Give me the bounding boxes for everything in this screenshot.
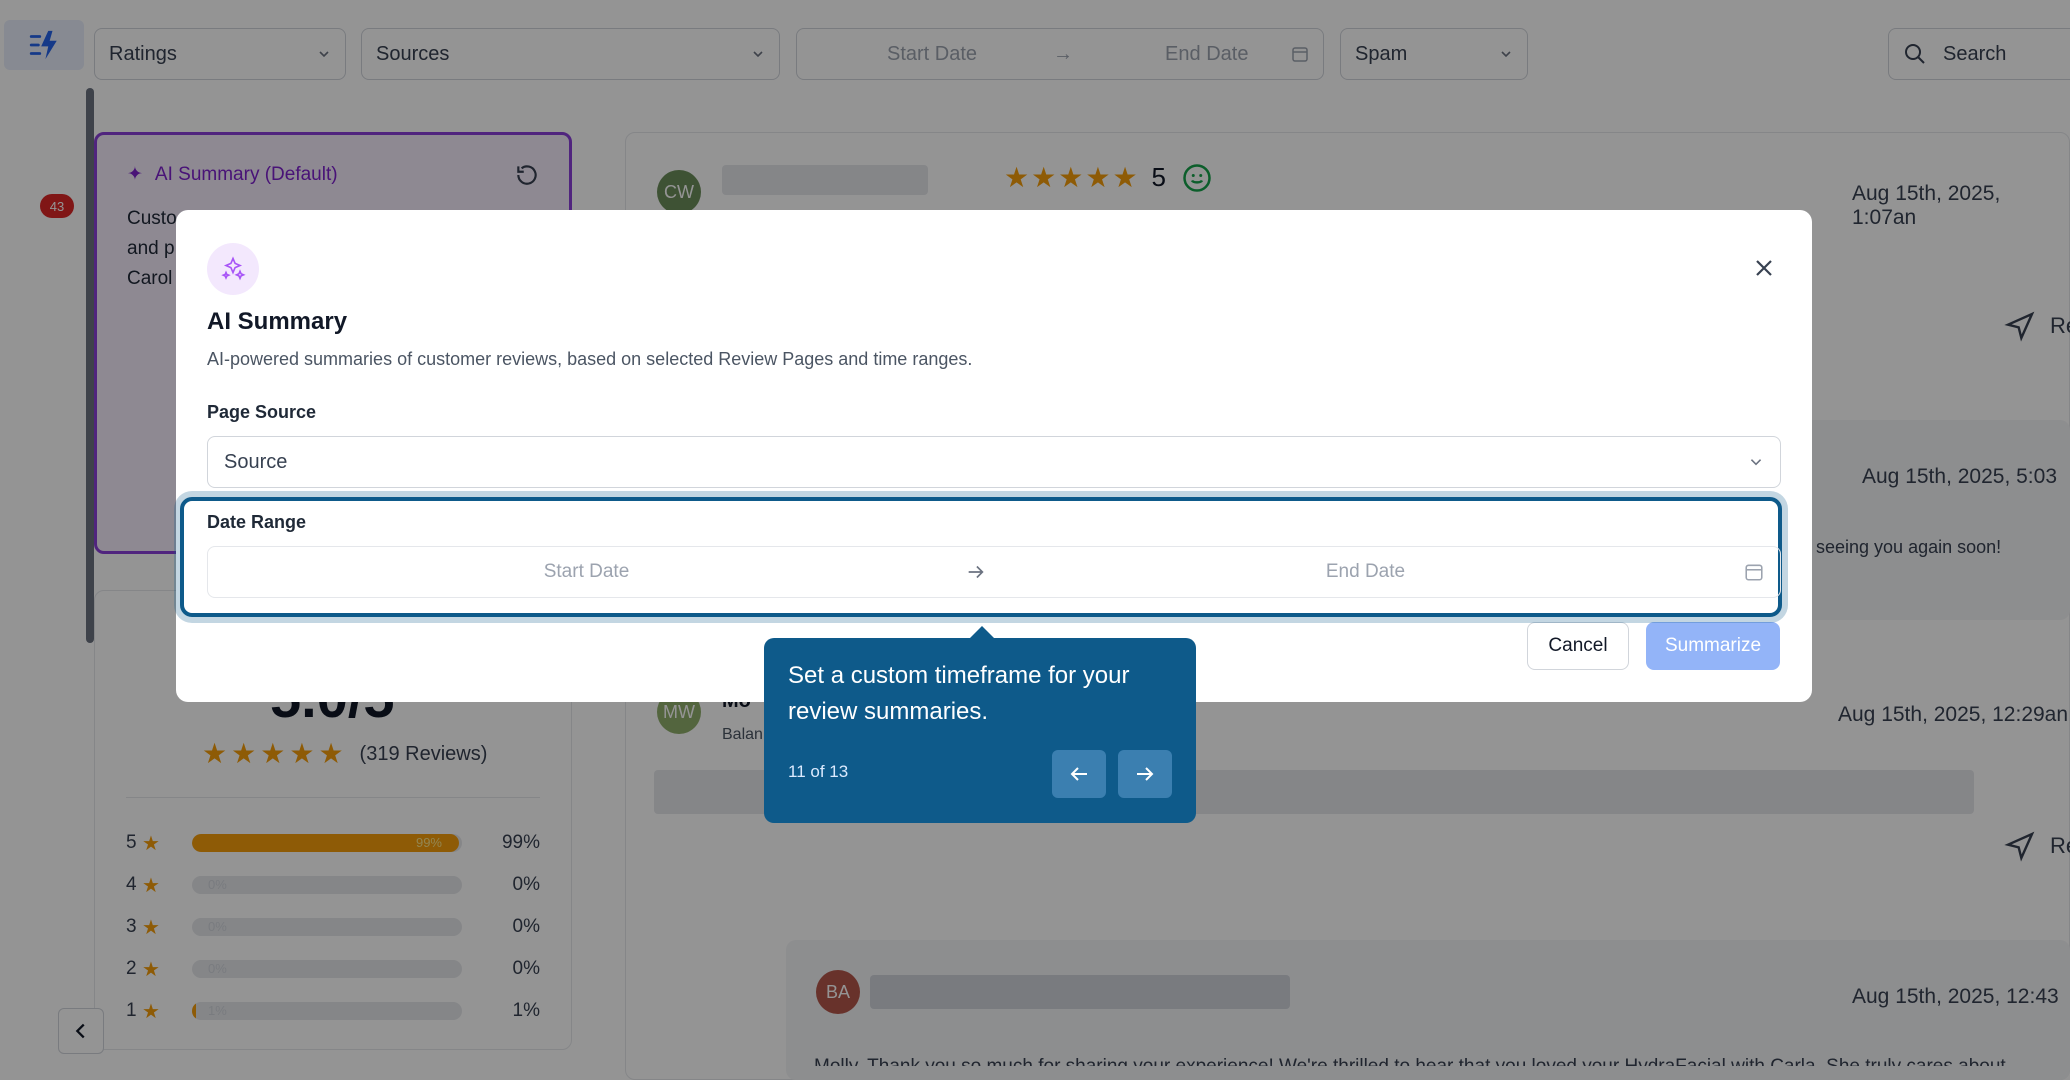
modal-title: AI Summary [207,308,348,335]
page-source-select[interactable]: Source [207,436,1781,488]
modal-description: AI-powered summaries of customer reviews… [207,349,973,369]
end-date-input[interactable]: End Date [987,561,1744,583]
date-range-picker[interactable]: Start Date End Date [207,546,1781,598]
chevron-down-icon [1750,459,1762,466]
date-range-label: Date Range [207,512,307,532]
tour-step-counter: 11 of 13 [788,762,849,781]
page-source-label: Page Source [207,402,317,422]
page-source-value: Source [224,450,288,473]
arrow-left-icon [1070,767,1087,781]
arrow-right-icon [968,565,984,579]
sparkles-icon [221,256,246,281]
close-modal-button[interactable] [1748,252,1780,284]
summarize-button[interactable]: Summarize [1646,622,1780,670]
modal-icon [207,243,259,295]
tour-prev-button[interactable] [1052,750,1106,798]
calendar-icon [1745,564,1763,581]
tour-next-button[interactable] [1118,750,1172,798]
tooltip-arrow [970,626,994,638]
close-icon [1756,260,1772,276]
start-date-input[interactable]: Start Date [208,561,965,583]
arrow-right-icon [1137,767,1154,781]
tour-tooltip: Set a custom timeframe for your review s… [764,638,1196,823]
cancel-button[interactable]: Cancel [1527,622,1629,670]
tour-text: Set a custom timeframe for your review s… [788,662,1130,725]
